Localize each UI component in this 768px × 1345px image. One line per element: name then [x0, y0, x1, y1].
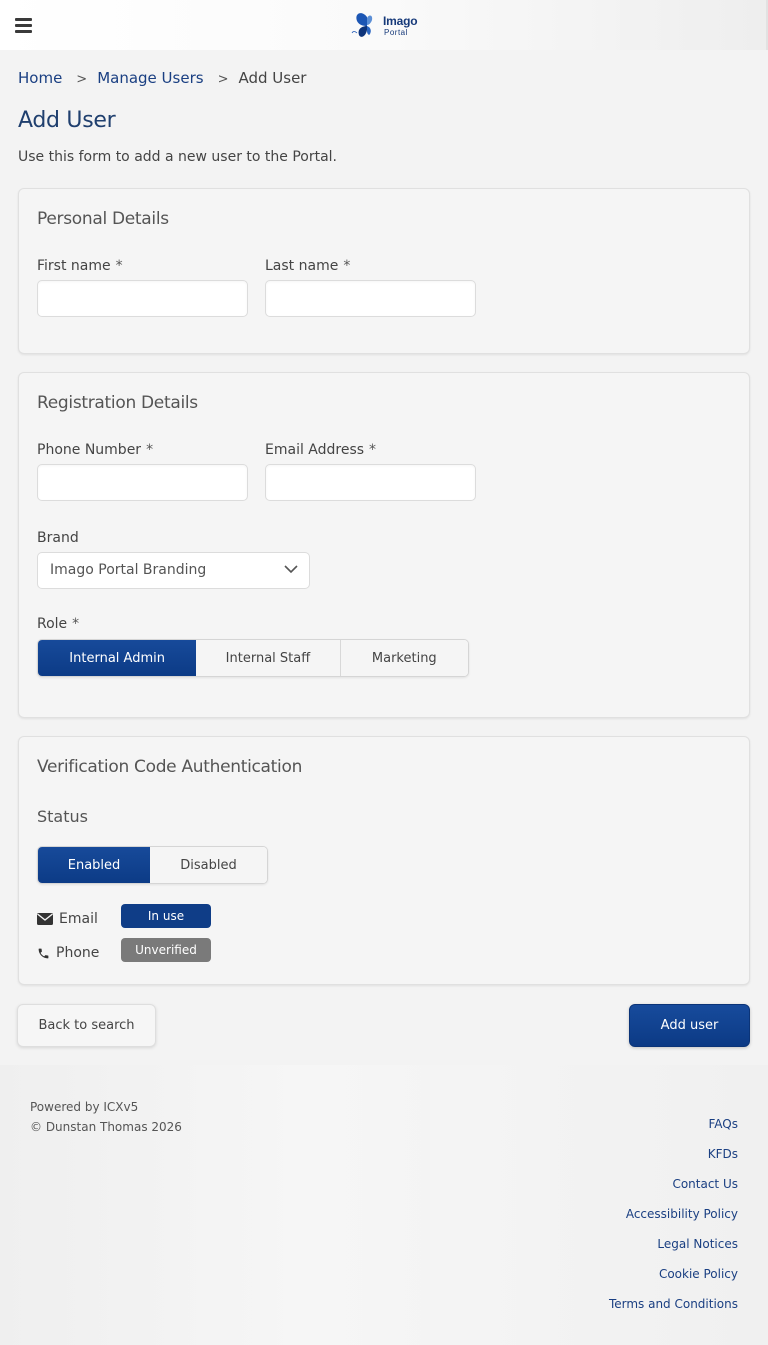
verification-title: Verification Code Authentication: [37, 757, 303, 777]
required-marker: *: [115, 258, 123, 274]
personal-details-title: Personal Details: [37, 209, 169, 229]
breadcrumb-separator: >: [217, 72, 229, 87]
breadcrumb-manage-users-link[interactable]: Manage Users: [97, 69, 203, 87]
registration-details-card: Registration Details Phone Number * Email…: [18, 372, 750, 718]
logo-title: Imago: [383, 14, 418, 28]
hamburger-menu-icon[interactable]: [14, 15, 34, 35]
add-user-button[interactable]: Add user: [629, 1004, 750, 1047]
page-title: Add User: [18, 108, 116, 133]
butterfly-logo-icon: [351, 13, 373, 37]
role-label: Role *: [37, 616, 79, 632]
role-label-text: Role: [37, 616, 68, 632]
brand-select-value: Imago Portal Branding: [50, 562, 207, 578]
footer-link-contact-us[interactable]: Contact Us: [609, 1175, 738, 1205]
phone-number-label: Phone Number *: [37, 442, 153, 458]
required-marker: *: [146, 442, 154, 458]
breadcrumb: Home > Manage Users > Add User: [18, 69, 306, 87]
email-method-label: Email: [59, 911, 98, 927]
status-label: Status: [37, 807, 88, 826]
required-marker: *: [72, 616, 80, 632]
powered-by-text: Powered by ICXv5: [30, 1100, 139, 1114]
imago-portal-logo[interactable]: Imago Portal: [351, 9, 421, 41]
email-address-label: Email Address *: [265, 442, 376, 458]
back-to-search-button[interactable]: Back to search: [17, 1004, 156, 1047]
status-option-enabled[interactable]: Enabled: [38, 847, 151, 883]
logo-subtitle: Portal: [384, 28, 408, 37]
email-status-badge: In use: [121, 904, 211, 928]
phone-status-badge: Unverified: [121, 938, 211, 962]
last-name-label-text: Last name: [265, 258, 339, 274]
footer-link-faqs[interactable]: FAQs: [609, 1115, 739, 1145]
footer-link-accessibility-policy[interactable]: Accessibility Policy: [609, 1205, 738, 1235]
breadcrumb-separator: >: [76, 72, 88, 87]
envelope-icon: [37, 912, 53, 926]
registration-details-title: Registration Details: [37, 393, 198, 413]
footer-credits: Powered by ICXv5 © Dunstan Thomas 2026: [30, 1097, 182, 1137]
copyright-text: © Dunstan Thomas 2026: [30, 1120, 182, 1134]
footer-link-cookie-policy[interactable]: Cookie Policy: [609, 1265, 738, 1295]
personal-details-card: Personal Details First name * Last name *: [18, 188, 750, 354]
role-option-internal-staff[interactable]: Internal Staff: [196, 640, 341, 676]
last-name-label: Last name *: [265, 258, 350, 274]
phone-method-row: Phone: [37, 941, 99, 965]
brand-label: Brand: [37, 530, 79, 546]
email-address-label-text: Email Address: [265, 442, 365, 458]
first-name-label: First name *: [37, 258, 123, 274]
phone-icon: [37, 946, 53, 960]
status-selector: Enabled Disabled: [37, 846, 268, 884]
footer-links: FAQs KFDs Contact Us Accessibility Polic…: [609, 1115, 738, 1325]
required-marker: *: [343, 258, 351, 274]
last-name-input[interactable]: [265, 280, 476, 317]
top-bar: Imago Portal: [0, 0, 768, 50]
role-selector: Internal Admin Internal Staff Marketing: [37, 639, 469, 677]
email-address-input[interactable]: [265, 464, 476, 501]
footer: Powered by ICXv5 © Dunstan Thomas 2026 F…: [0, 1065, 768, 1345]
first-name-label-text: First name: [37, 258, 111, 274]
email-method-row: Email: [37, 907, 98, 931]
required-marker: *: [369, 442, 377, 458]
chevron-down-icon: [284, 565, 298, 574]
footer-link-kfds[interactable]: KFDs: [609, 1145, 738, 1175]
brand-select[interactable]: Imago Portal Branding: [37, 552, 310, 589]
phone-number-label-text: Phone Number: [37, 442, 142, 458]
phone-method-label: Phone: [56, 945, 100, 961]
verification-card: Verification Code Authentication Status …: [18, 736, 750, 985]
first-name-input[interactable]: [37, 280, 248, 317]
role-option-marketing[interactable]: Marketing: [340, 640, 468, 676]
footer-link-legal-notices[interactable]: Legal Notices: [609, 1235, 738, 1265]
status-option-disabled[interactable]: Disabled: [150, 847, 267, 883]
phone-number-input[interactable]: [37, 464, 248, 501]
breadcrumb-home-link[interactable]: Home: [18, 69, 62, 87]
role-option-internal-admin[interactable]: Internal Admin: [38, 640, 197, 676]
footer-link-terms-and-conditions[interactable]: Terms and Conditions: [609, 1295, 738, 1325]
breadcrumb-current: Add User: [238, 69, 307, 87]
page-description: Use this form to add a new user to the P…: [18, 149, 338, 165]
